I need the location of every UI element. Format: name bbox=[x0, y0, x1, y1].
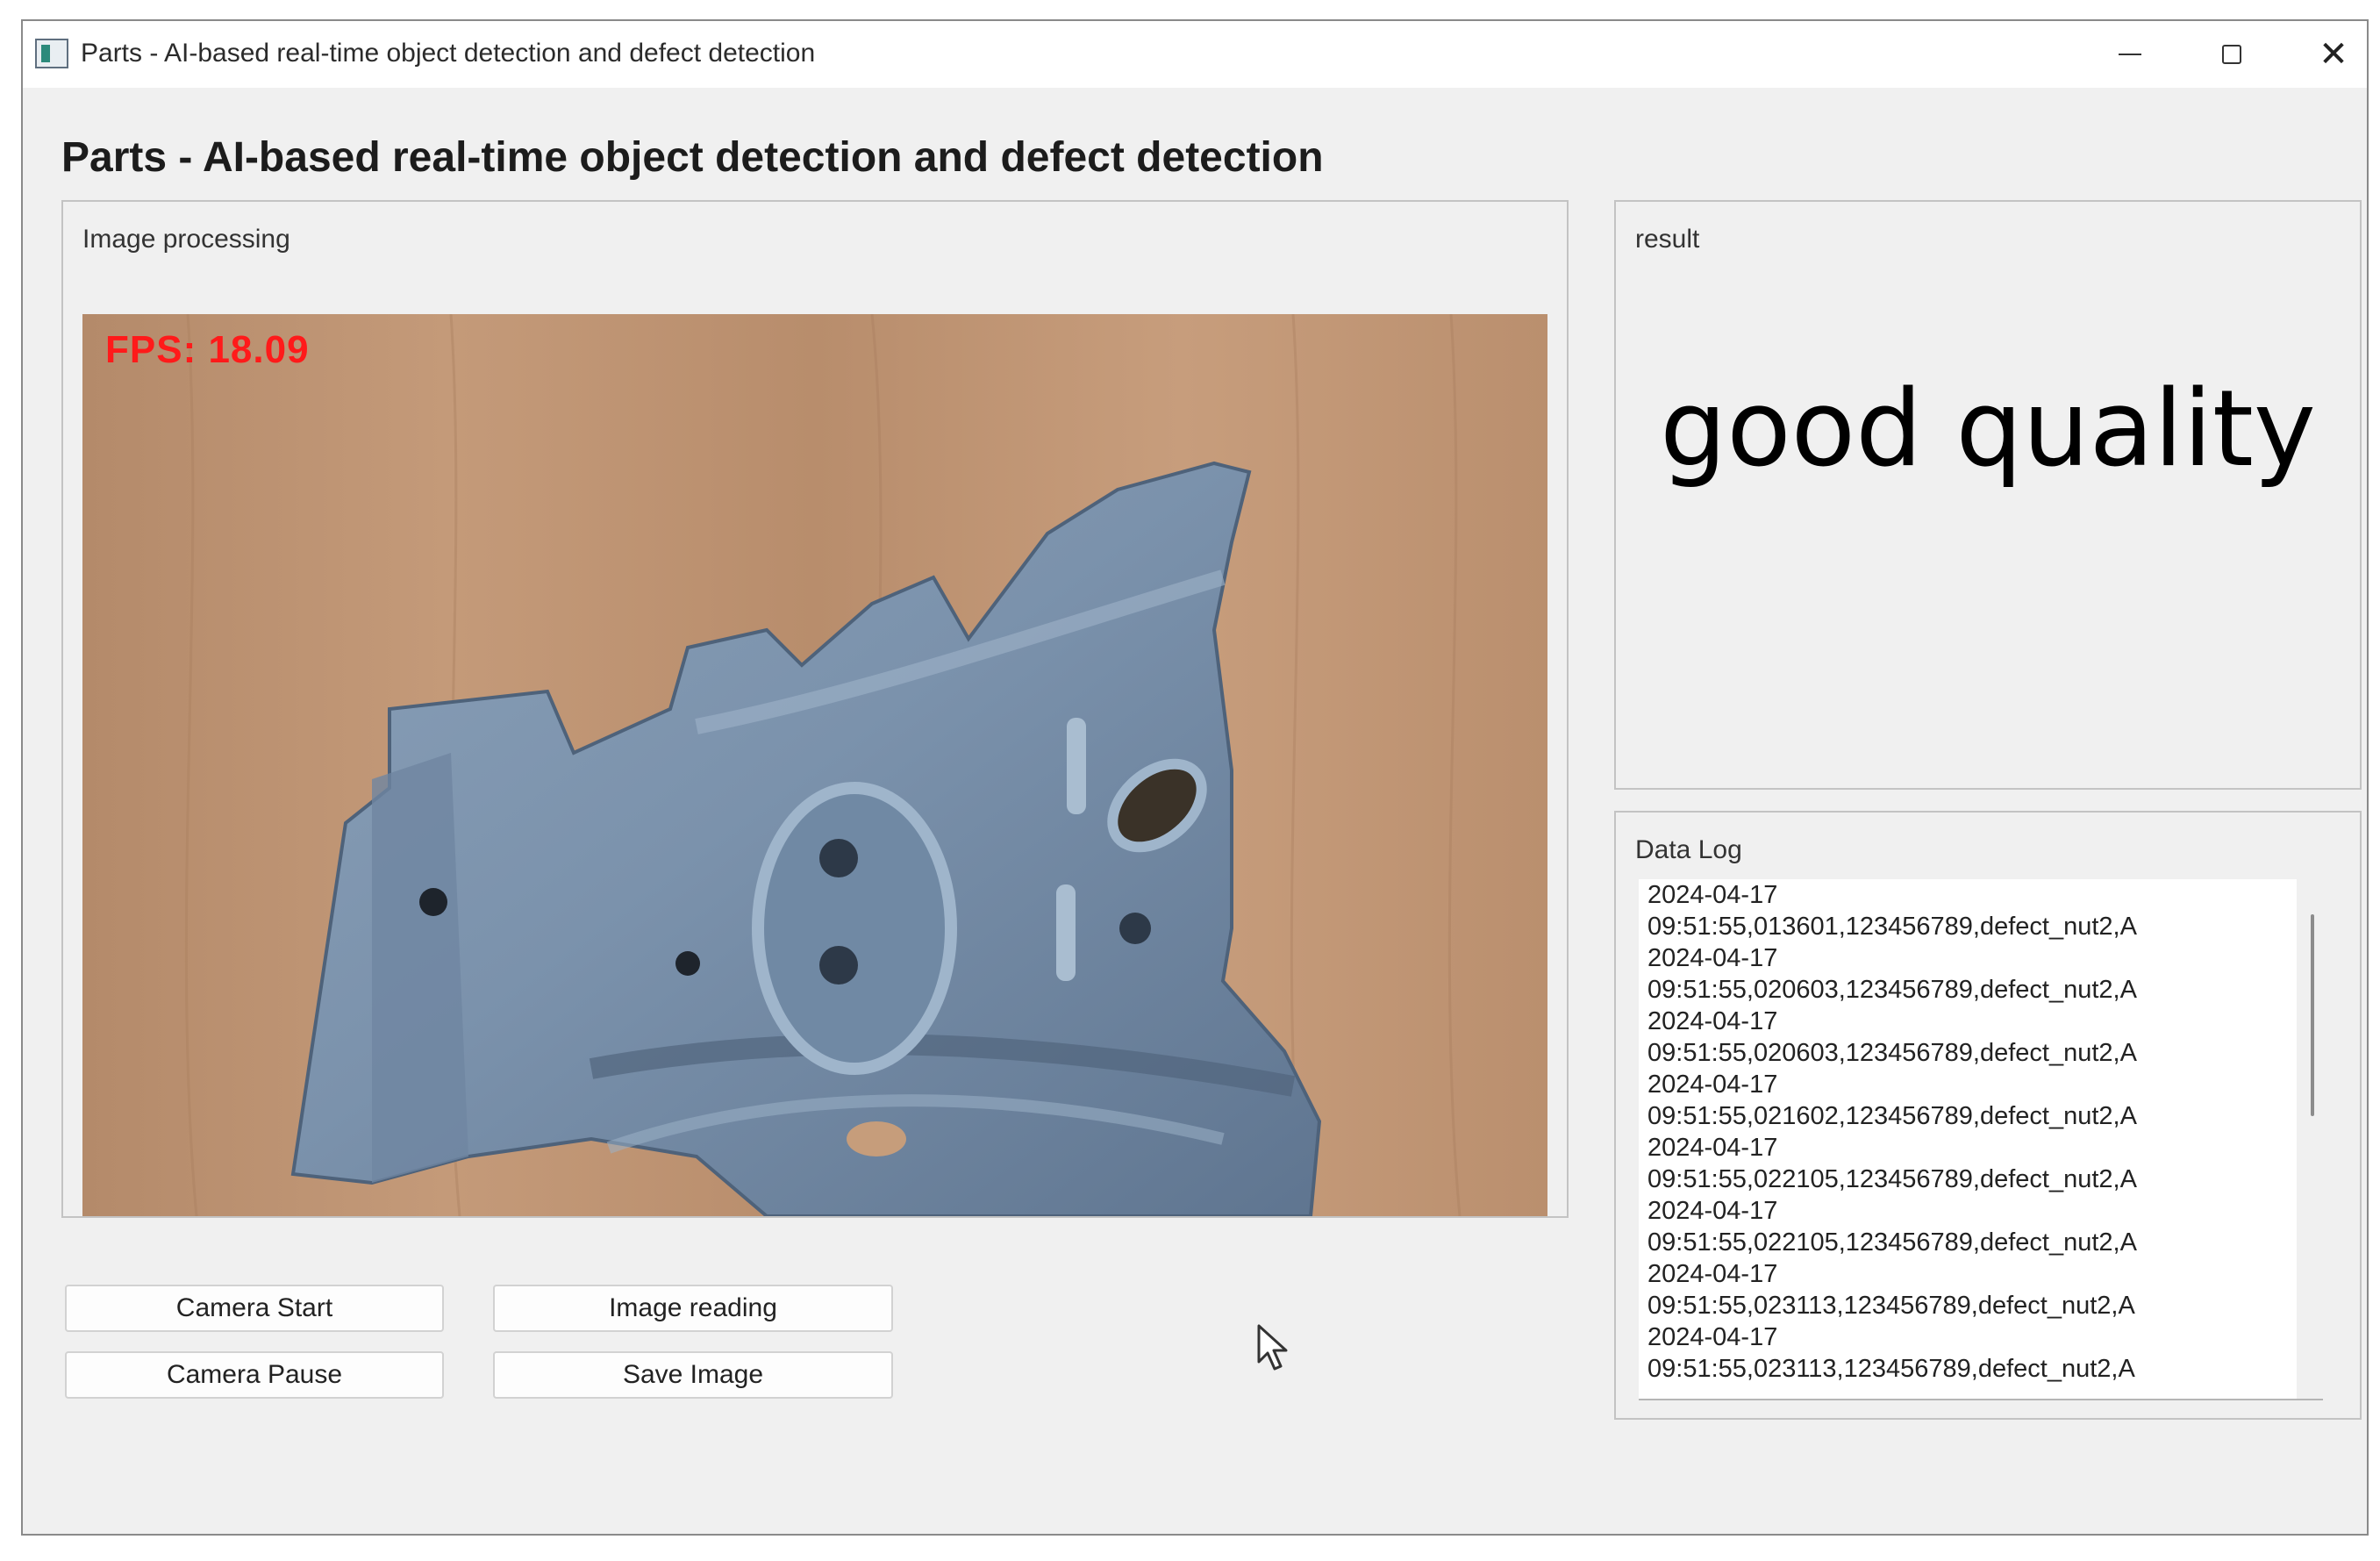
save-image-button[interactable]: Save Image bbox=[493, 1351, 893, 1399]
log-horizontal-divider bbox=[1639, 1399, 2323, 1406]
log-line: 09:51:55,023113,123456789,defect_nut2,A bbox=[1647, 1355, 2135, 1383]
app-window: Parts - AI-based real-time object detect… bbox=[21, 19, 2369, 1536]
log-line: 2024-04-17 bbox=[1647, 1007, 1778, 1035]
close-icon: ✕ bbox=[2319, 34, 2348, 75]
camera-pause-button[interactable]: Camera Pause bbox=[65, 1351, 444, 1399]
log-line: 09:51:55,020603,123456789,defect_nut2,A bbox=[1647, 1039, 2137, 1067]
log-line: 09:51:55,023113,123456789,defect_nut2,A bbox=[1647, 1292, 2135, 1320]
camera-frame-image bbox=[82, 314, 1547, 1216]
close-button[interactable]: ✕ bbox=[2283, 21, 2380, 88]
log-line: 2024-04-17 bbox=[1647, 944, 1778, 972]
log-line: 09:51:55,020603,123456789,defect_nut2,A bbox=[1647, 976, 2137, 1004]
result-label: result bbox=[1635, 225, 1700, 254]
data-log-textbox[interactable]: 2024-04-17 09:51:55,013601,123456789,def… bbox=[1639, 879, 2297, 1399]
maximize-button[interactable] bbox=[2181, 21, 2283, 88]
log-line: 2024-04-17 bbox=[1647, 1071, 1778, 1099]
log-line: 2024-04-17 bbox=[1647, 1134, 1778, 1162]
log-line: 2024-04-17 bbox=[1647, 1323, 1778, 1351]
log-scroll-thumb[interactable] bbox=[2311, 914, 2314, 1116]
log-line: 09:51:55,013601,123456789,defect_nut2,A bbox=[1647, 913, 2137, 941]
image-processing-label: Image processing bbox=[82, 225, 290, 254]
log-line: 2024-04-17 bbox=[1647, 1197, 1778, 1225]
result-group: result good quality bbox=[1614, 200, 2362, 790]
minimize-icon bbox=[2119, 54, 2141, 55]
data-log-group: Data Log 2024-04-17 09:51:55,013601,1234… bbox=[1614, 811, 2362, 1420]
mouse-cursor-icon bbox=[1257, 1324, 1288, 1371]
minimize-button[interactable] bbox=[2079, 21, 2181, 88]
data-log-label: Data Log bbox=[1635, 835, 1742, 864]
camera-view: FPS: 18.09 bbox=[82, 314, 1547, 1216]
log-line: 2024-04-17 bbox=[1647, 881, 1778, 909]
image-processing-group: Image processing FPS: 18.09 bbox=[61, 200, 1569, 1218]
log-line: 2024-04-17 bbox=[1647, 1260, 1778, 1288]
quality-result-text: good quality bbox=[1660, 369, 2316, 490]
log-scrollbar[interactable] bbox=[2304, 879, 2323, 1399]
log-line: 09:51:55,022105,123456789,defect_nut2,A bbox=[1647, 1165, 2137, 1193]
title-bar[interactable]: Parts - AI-based real-time object detect… bbox=[23, 21, 2367, 88]
page-title: Parts - AI-based real-time object detect… bbox=[61, 134, 1324, 181]
app-icon bbox=[35, 39, 68, 68]
camera-start-button[interactable]: Camera Start bbox=[65, 1285, 444, 1332]
log-line: 09:51:55,022105,123456789,defect_nut2,A bbox=[1647, 1228, 2137, 1257]
fps-counter: FPS: 18.09 bbox=[105, 328, 310, 371]
image-reading-button[interactable]: Image reading bbox=[493, 1285, 893, 1332]
log-line: 09:51:55,021602,123456789,defect_nut2,A bbox=[1647, 1102, 2137, 1130]
window-title: Parts - AI-based real-time object detect… bbox=[81, 39, 816, 68]
maximize-icon bbox=[2222, 45, 2241, 64]
